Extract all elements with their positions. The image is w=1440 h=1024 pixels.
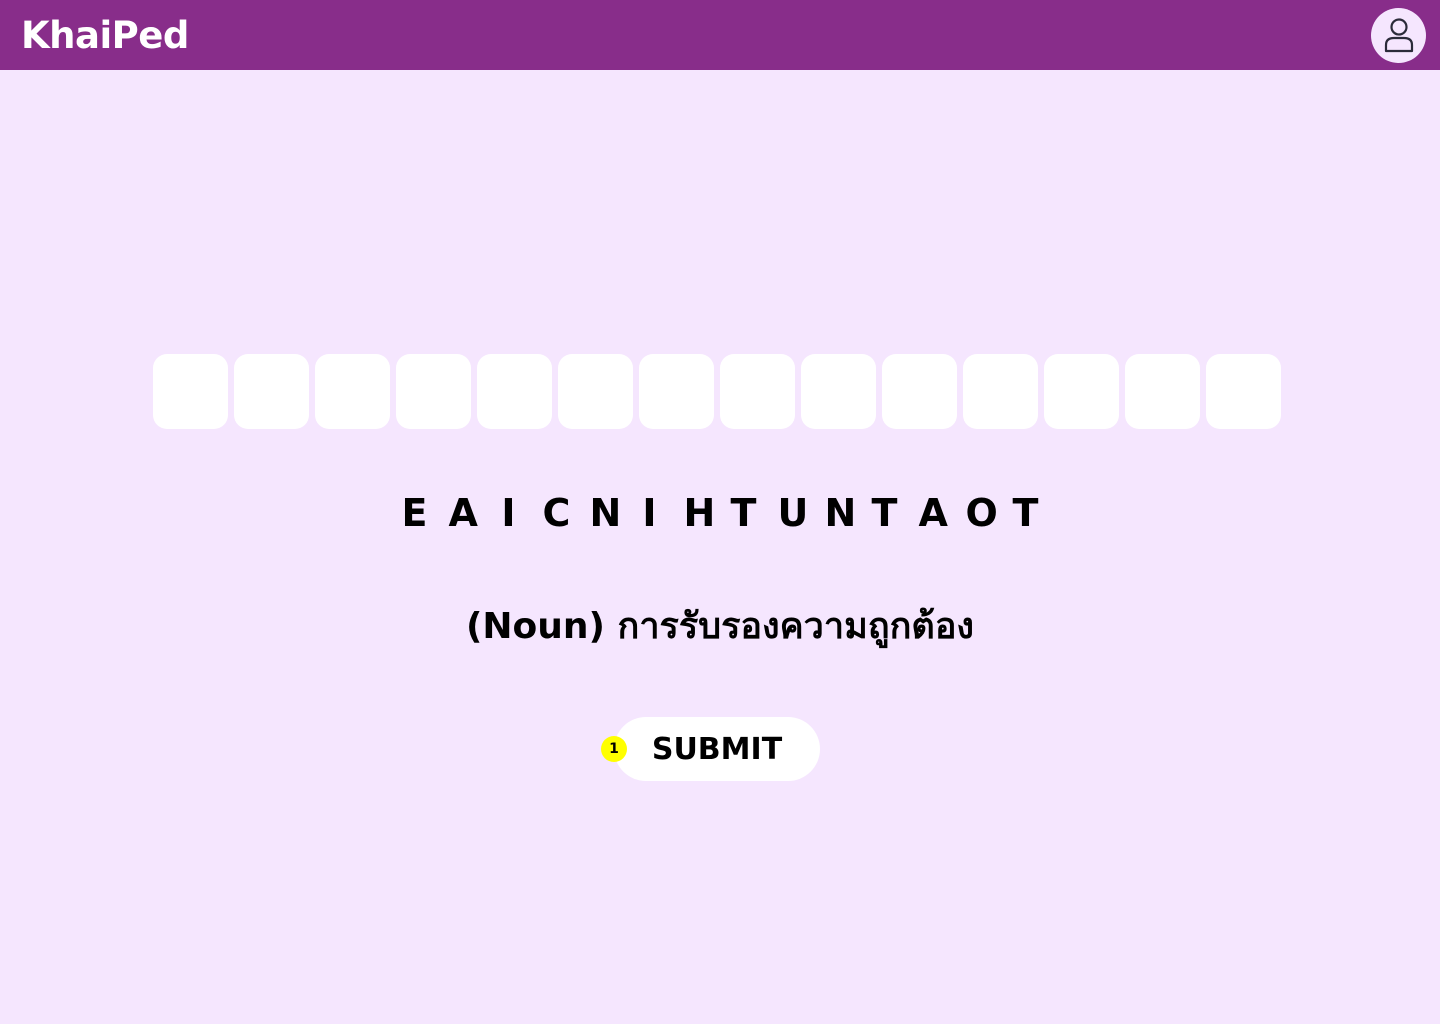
letter-tiles: EAICNIHTUNTAOT xyxy=(0,490,1440,536)
letter-tile[interactable]: N xyxy=(590,490,622,536)
submit-area: 1 SUBMIT xyxy=(601,717,821,781)
answer-slot[interactable] xyxy=(396,354,471,429)
letter-tile[interactable]: T xyxy=(1013,490,1039,536)
answer-slot[interactable] xyxy=(558,354,633,429)
answer-slot[interactable] xyxy=(801,354,876,429)
letter-tile[interactable]: T xyxy=(872,490,898,536)
answer-slot[interactable] xyxy=(639,354,714,429)
user-icon xyxy=(1384,18,1413,53)
letter-tile[interactable]: T xyxy=(731,490,757,536)
letter-tile[interactable]: C xyxy=(543,490,571,536)
letter-tile[interactable]: I xyxy=(496,490,522,536)
letter-tile[interactable]: I xyxy=(637,490,663,536)
letter-tile[interactable]: N xyxy=(825,490,857,536)
answer-slot[interactable] xyxy=(1125,354,1200,429)
letter-tile[interactable]: E xyxy=(402,490,428,536)
letter-tile[interactable]: U xyxy=(778,490,809,536)
top-bar: KhaiPed xyxy=(0,0,1440,70)
word-hint: (Noun) การรับรองความถูกต้อง xyxy=(465,606,975,647)
answer-slot[interactable] xyxy=(153,354,228,429)
letter-tile[interactable]: H xyxy=(684,490,716,536)
app-logo[interactable]: KhaiPed xyxy=(21,17,189,54)
letter-tile[interactable]: A xyxy=(449,490,478,536)
answer-slot[interactable] xyxy=(315,354,390,429)
answer-slot[interactable] xyxy=(882,354,957,429)
letter-tile[interactable]: A xyxy=(919,490,948,536)
answer-slot[interactable] xyxy=(1206,354,1281,429)
answer-slot[interactable] xyxy=(720,354,795,429)
answer-slots xyxy=(153,354,1281,429)
answer-slot[interactable] xyxy=(477,354,552,429)
submit-button[interactable]: SUBMIT xyxy=(614,717,820,781)
profile-button[interactable] xyxy=(1371,7,1426,63)
submit-badge: 1 xyxy=(601,736,627,762)
answer-slot[interactable] xyxy=(234,354,309,429)
game-area: EAICNIHTUNTAOT (Noun) การรับรองความถูกต้… xyxy=(0,70,1440,1024)
letter-tile[interactable]: O xyxy=(966,490,998,536)
answer-slot[interactable] xyxy=(1044,354,1119,429)
answer-slot[interactable] xyxy=(963,354,1038,429)
